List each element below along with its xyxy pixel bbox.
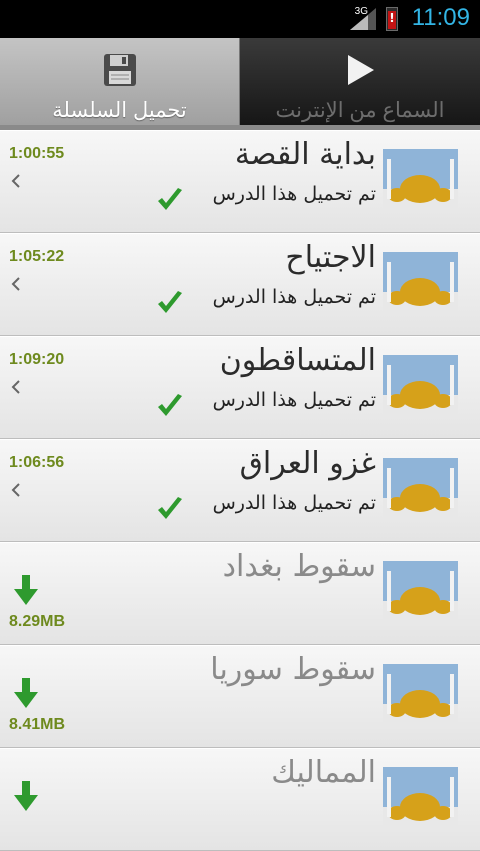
mosque-thumbnail: [383, 767, 458, 831]
tab-download-series-label: تحميل السلسلة: [52, 99, 187, 122]
play-icon: [348, 55, 374, 85]
list-item[interactable]: غزو العراق تم تحميل هذا الدرس 1:06:56: [0, 439, 480, 542]
status-bar: 3G ! 11:09: [0, 0, 480, 38]
tab-download-series[interactable]: تحميل السلسلة: [0, 38, 240, 130]
list-item[interactable]: الاجتياح تم تحميل هذا الدرس 1:05:22: [0, 233, 480, 336]
chevron-left-icon: [11, 483, 20, 497]
tab-bar: تحميل السلسلة السماع من الإنترنت: [0, 38, 480, 130]
download-status: تم تحميل هذا الدرس: [212, 492, 376, 514]
lesson-title: بداية القصة: [234, 137, 376, 172]
signal-icon: [350, 8, 376, 30]
chevron-left-icon: [11, 174, 20, 188]
tab-listen-online[interactable]: السماع من الإنترنت: [240, 38, 480, 130]
lesson-duration: 1:09:20: [9, 351, 65, 368]
battery-icon: !: [386, 7, 398, 31]
list-item[interactable]: سقوط بغداد 8.29MB: [0, 542, 480, 645]
download-status: تم تحميل هذا الدرس: [212, 183, 376, 205]
lesson-duration: 1:00:55: [9, 145, 65, 162]
tab-listen-online-label: السماع من الإنترنت: [275, 99, 445, 122]
download-arrow-icon[interactable]: [14, 678, 38, 708]
mosque-thumbnail: [383, 252, 458, 316]
mosque-thumbnail: [383, 355, 458, 419]
clock: 11:09: [411, 4, 470, 31]
file-size: 8.29MB: [9, 613, 66, 630]
lesson-list: بداية القصة تم تحميل هذا الدرس 1:00:55 ا…: [0, 130, 480, 851]
list-item[interactable]: المتساقطون تم تحميل هذا الدرس 1:09:20: [0, 336, 480, 439]
download-arrow-icon[interactable]: [14, 575, 38, 605]
lesson-title: المتساقطون: [219, 343, 376, 378]
check-icon: [158, 291, 182, 313]
mosque-thumbnail: [383, 149, 458, 213]
lesson-title: سقوط بغداد: [222, 549, 376, 584]
lesson-title: الاجتياح: [285, 240, 376, 275]
file-size: 8.41MB: [9, 716, 66, 733]
mosque-thumbnail: [383, 664, 458, 728]
check-icon: [158, 394, 182, 416]
chevron-left-icon: [11, 380, 20, 394]
list-item[interactable]: سقوط سوريا 8.41MB: [0, 645, 480, 748]
lesson-title: غزو العراق: [239, 446, 376, 481]
lesson-title: المماليك: [271, 755, 376, 790]
check-icon: [158, 188, 182, 210]
download-arrow-icon[interactable]: [14, 781, 38, 811]
download-status: تم تحميل هذا الدرس: [212, 389, 376, 411]
mosque-thumbnail: [383, 561, 458, 625]
mosque-thumbnail: [383, 458, 458, 522]
list-item[interactable]: بداية القصة تم تحميل هذا الدرس 1:00:55: [0, 130, 480, 233]
lesson-duration: 1:06:56: [9, 454, 65, 471]
check-icon: [158, 497, 182, 519]
chevron-left-icon: [11, 277, 20, 291]
download-status: تم تحميل هذا الدرس: [212, 286, 376, 308]
lesson-duration: 1:05:22: [9, 248, 65, 265]
floppy-disk-icon: [103, 54, 136, 86]
lesson-title: سقوط سوريا: [210, 652, 376, 687]
